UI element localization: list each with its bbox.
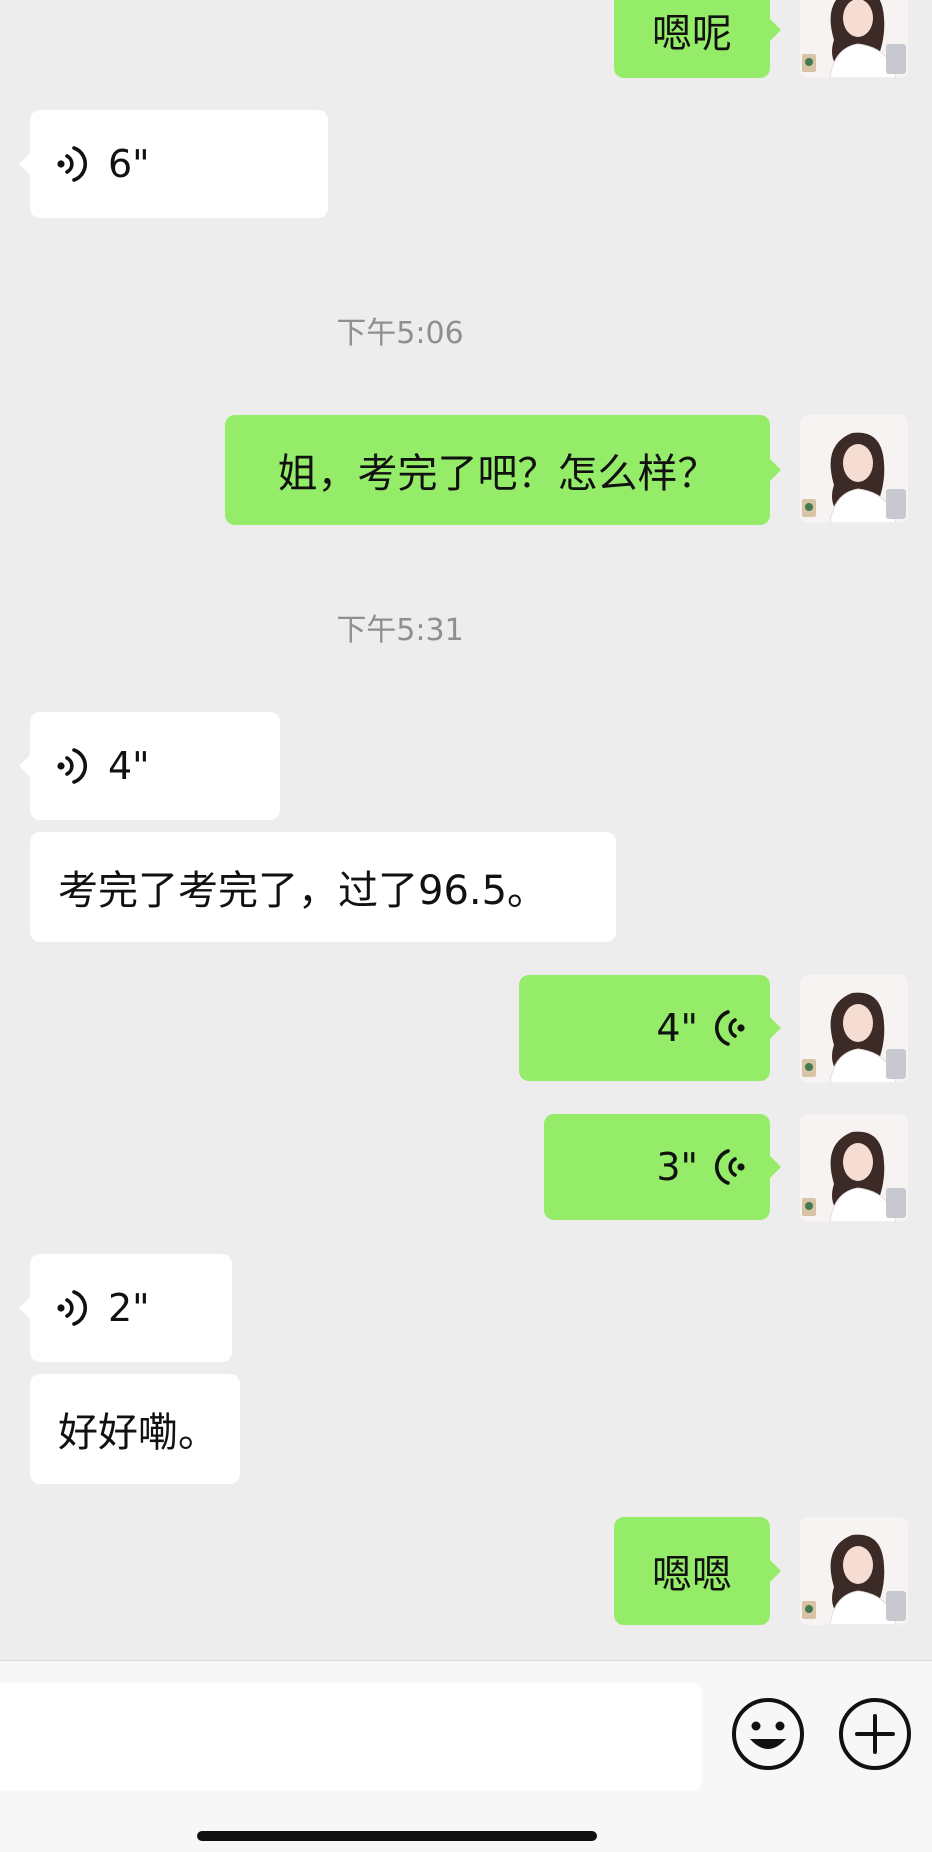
chat-screen: 嗯呢 6" 下午5:06 姐，考完了吧？怎么样？ 下午5:31 4" 考完了考完…	[0, 0, 932, 1852]
message-text: 考完了考完了，过了96.5。	[58, 868, 548, 914]
voice-wave-icon	[715, 1010, 745, 1046]
message-bubble-sent[interactable]: 嗯嗯	[614, 1517, 770, 1625]
message-bubble-sent[interactable]: 嗯呢	[614, 0, 770, 78]
message-bubble-received[interactable]: 考完了考完了，过了96.5。	[30, 832, 616, 942]
voice-duration: 4"	[108, 744, 150, 788]
avatar[interactable]	[800, 0, 908, 78]
avatar-image-icon	[800, 415, 908, 523]
voice-message-sent[interactable]: 4"	[519, 975, 770, 1081]
voice-message-received[interactable]: 6"	[30, 110, 328, 218]
timestamp: 下午5:06	[336, 316, 464, 351]
message-bubble-received[interactable]: 好好嘞。	[30, 1374, 240, 1484]
avatar[interactable]	[800, 1517, 908, 1625]
avatar-image-icon	[800, 975, 908, 1083]
message-text: 嗯呢	[652, 11, 732, 57]
avatar[interactable]	[800, 975, 908, 1083]
voice-wave-icon	[57, 1290, 87, 1326]
avatar-image-icon	[800, 1517, 908, 1625]
message-bubble-sent[interactable]: 姐，考完了吧？怎么样？	[225, 415, 770, 525]
input-bar	[0, 1660, 932, 1852]
voice-message-received[interactable]: 2"	[30, 1254, 232, 1362]
voice-duration: 4"	[656, 1006, 698, 1050]
emoji-smile-icon[interactable]	[731, 1697, 805, 1771]
voice-duration: 6"	[108, 142, 150, 186]
message-input[interactable]	[0, 1683, 702, 1791]
plus-circle-icon[interactable]	[838, 1697, 912, 1771]
voice-message-received[interactable]: 4"	[30, 712, 280, 820]
avatar-image-icon	[800, 1114, 908, 1222]
avatar[interactable]	[800, 1114, 908, 1222]
home-indicator[interactable]	[197, 1831, 597, 1841]
voice-wave-icon	[57, 146, 87, 182]
message-text: 姐，考完了吧？怎么样？	[277, 451, 718, 497]
timestamp: 下午5:31	[336, 613, 464, 648]
voice-message-sent[interactable]: 3"	[544, 1114, 770, 1220]
avatar-image-icon	[800, 0, 908, 78]
voice-duration: 2"	[108, 1286, 150, 1330]
avatar[interactable]	[800, 415, 908, 523]
voice-wave-icon	[715, 1149, 745, 1185]
voice-wave-icon	[57, 748, 87, 784]
voice-duration: 3"	[656, 1145, 698, 1189]
message-text: 好好嘞。	[58, 1410, 218, 1456]
message-text: 嗯嗯	[652, 1552, 732, 1598]
